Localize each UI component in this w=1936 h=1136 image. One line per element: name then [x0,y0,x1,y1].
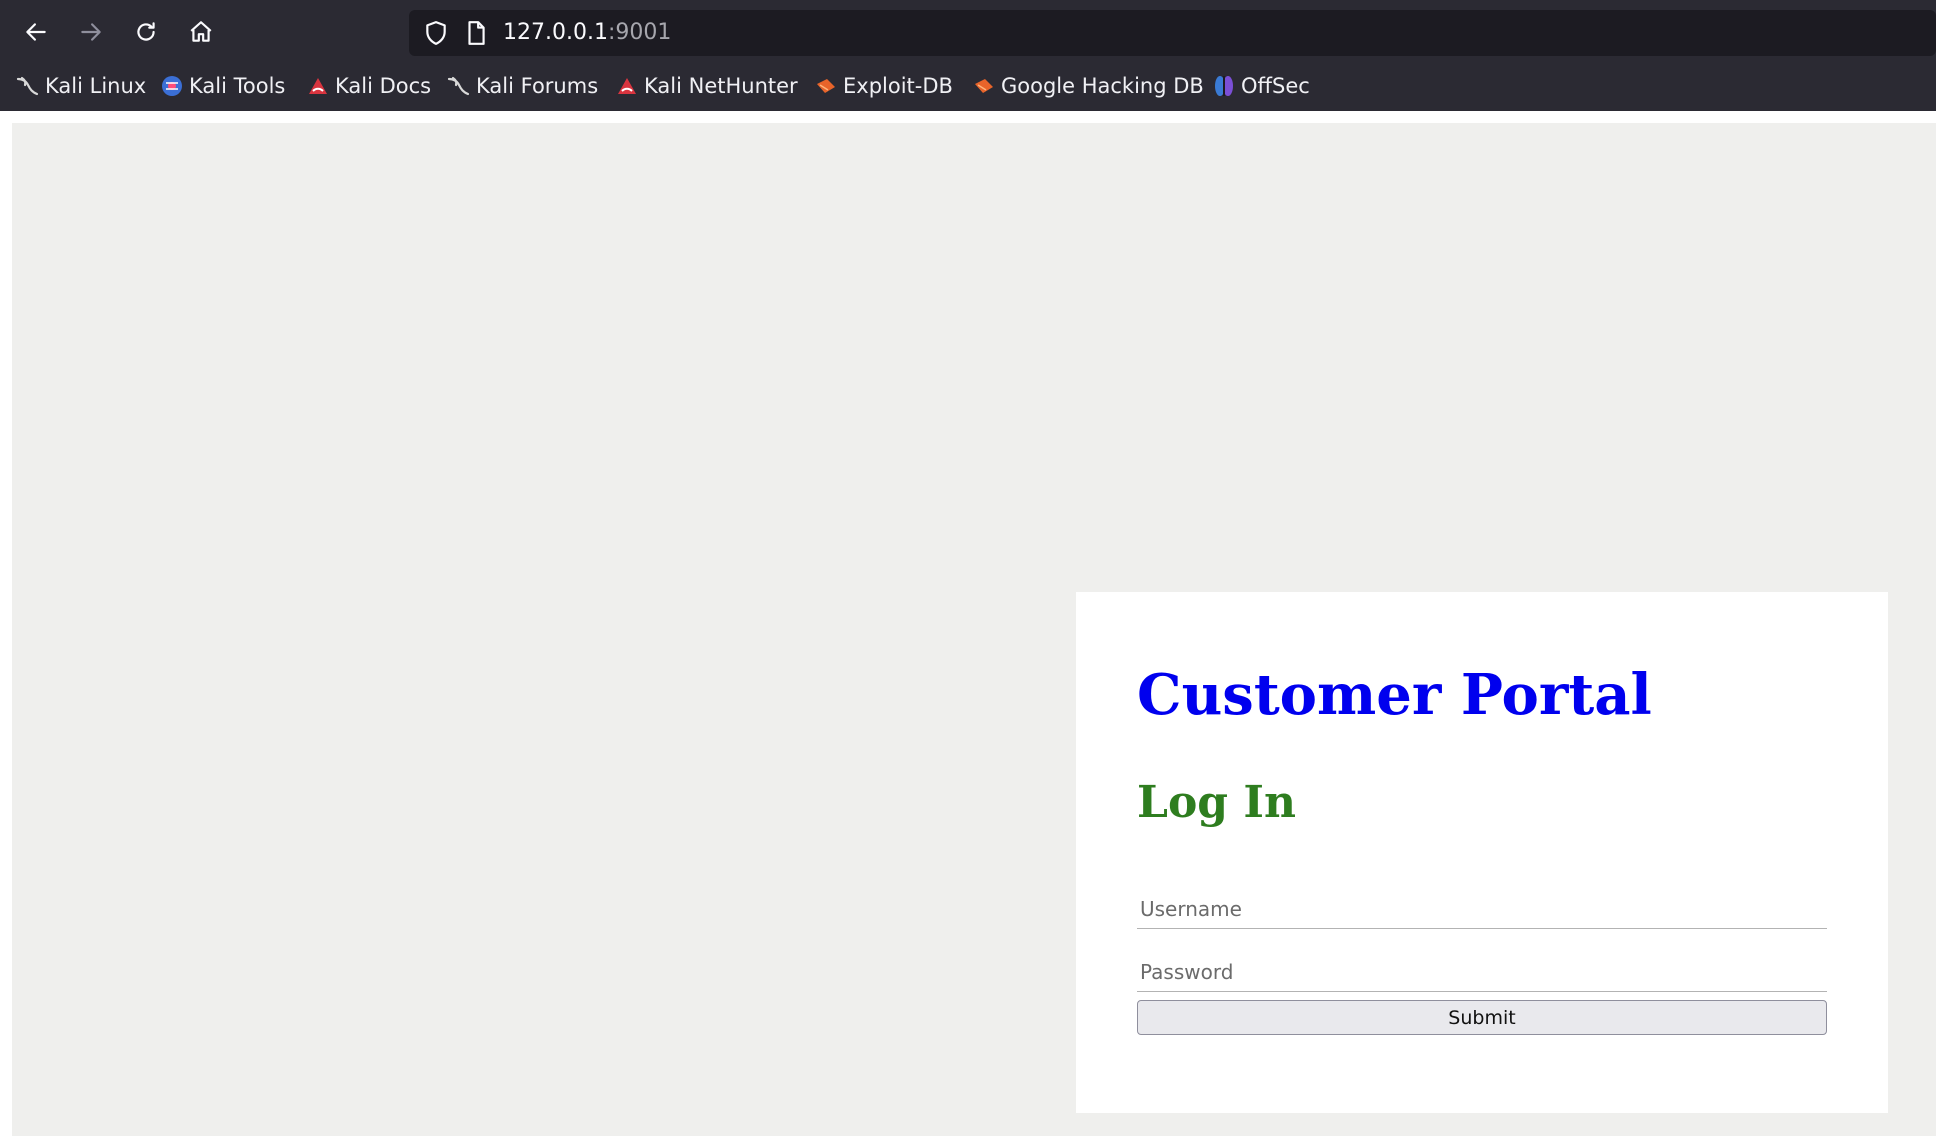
page-background: Customer Portal Log In Submit [12,123,1936,1136]
exploit-db-icon [975,79,993,93]
kali-dragon-icon [447,76,470,96]
offsec-icon [1215,76,1233,96]
bookmark-label: OffSec [1241,74,1310,98]
bookmark-kali-forums[interactable]: Kali Forums [447,70,598,102]
page-icon[interactable] [463,20,489,46]
page-viewport: Customer Portal Log In Submit [0,111,1936,1136]
bookmark-kali-docs[interactable]: Kali Docs [306,70,431,102]
bookmark-label: Google Hacking DB [1001,74,1204,98]
bookmarks-bar: Kali Linux Kali Tools Kali Docs Kali For… [0,66,1936,106]
username-input[interactable] [1137,889,1827,929]
bookmark-exploit-db[interactable]: Exploit-DB [814,70,953,102]
bookmark-label: Kali Forums [476,74,599,98]
kali-docs-icon [309,78,327,94]
back-icon [26,23,46,41]
back-button[interactable] [18,14,54,50]
browser-chrome: 127.0.0.1:9001 Kali Linux Kali Tools Kal… [0,0,1936,111]
login-heading: Log In [1137,777,1296,828]
kali-nethunter-icon [618,78,636,94]
kali-tools-icon [162,76,182,96]
forward-icon [81,23,101,41]
bookmark-kali-nethunter[interactable]: Kali NetHunter [615,70,798,102]
exploit-db-icon [817,79,835,93]
bookmark-label: Kali Docs [335,74,432,98]
url-port: :9001 [607,20,672,45]
url-host: 127.0.0.1 [503,20,608,45]
shield-icon[interactable] [423,20,449,46]
forward-button[interactable] [73,14,109,50]
url-bar[interactable]: 127.0.0.1:9001 [409,10,1936,56]
submit-button[interactable]: Submit [1137,1000,1827,1035]
password-input[interactable] [1137,952,1827,992]
kali-dragon-icon [16,76,39,96]
bookmark-kali-tools[interactable]: Kali Tools [160,70,285,102]
home-button[interactable] [183,14,219,50]
reload-icon [137,22,155,41]
bookmark-kali-linux[interactable]: Kali Linux [16,70,146,102]
page-title: Customer Portal [1137,662,1652,728]
login-card: Customer Portal Log In Submit [1076,592,1888,1113]
bookmark-label: Kali Tools [189,74,286,98]
bookmark-label: Kali NetHunter [644,74,798,98]
browser-toolbar: 127.0.0.1:9001 [0,0,1936,65]
home-icon [190,21,212,42]
bookmark-label: Exploit-DB [843,74,953,98]
reload-button[interactable] [128,14,164,50]
url-text[interactable]: 127.0.0.1:9001 [503,20,671,46]
bookmark-offsec[interactable]: OffSec [1212,70,1310,102]
bookmark-google-hacking-db[interactable]: Google Hacking DB [972,70,1204,102]
bookmark-label: Kali Linux [45,74,147,98]
